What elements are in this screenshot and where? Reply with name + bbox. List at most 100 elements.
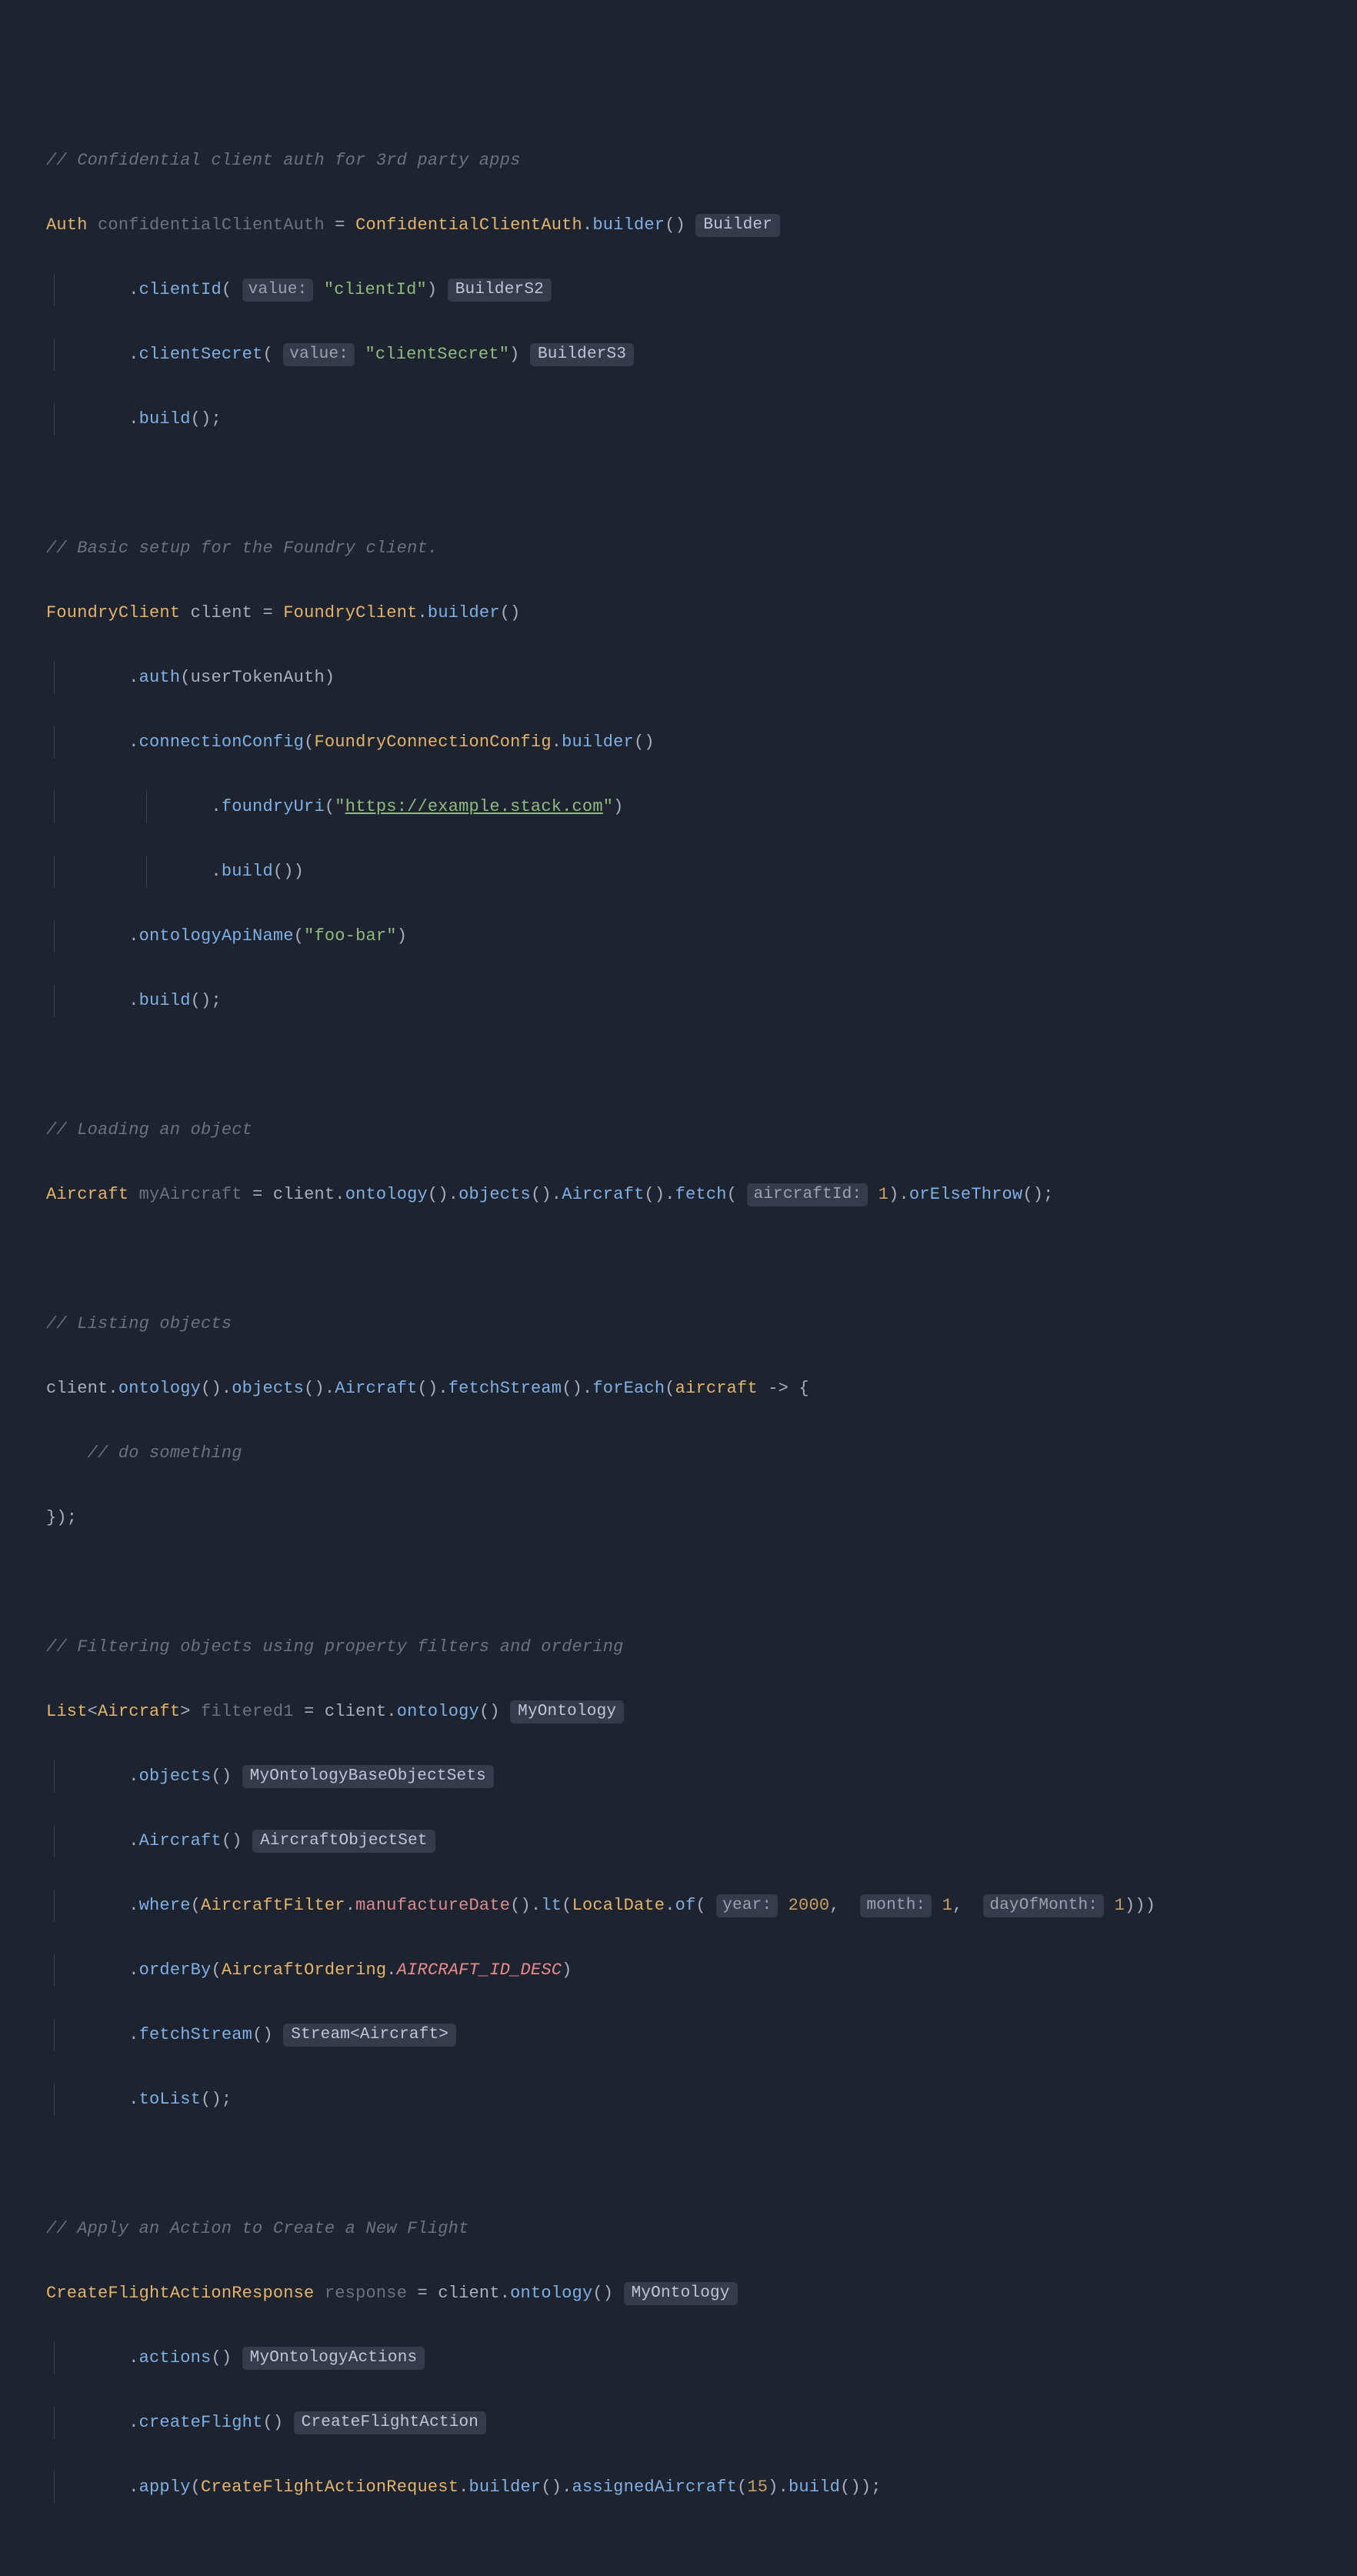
punct: ) — [397, 926, 407, 946]
punct: . — [552, 732, 562, 752]
method: foundryUri — [222, 797, 325, 816]
punct: ) — [273, 2413, 283, 2432]
url[interactable]: https://example.stack.com — [345, 797, 603, 816]
type: FoundryClient — [46, 603, 180, 622]
constant: AIRCRAFT_ID_DESC — [397, 1960, 562, 1980]
type: Aircraft — [98, 1702, 180, 1721]
punct: ) — [562, 1960, 572, 1980]
type: ConfidentialClientAuth — [355, 215, 582, 235]
punct: ( — [294, 926, 304, 946]
method: objects — [458, 1185, 531, 1204]
punct: ( — [1022, 1185, 1032, 1204]
method: builder — [592, 215, 665, 235]
comment: // Basic setup for the Foundry client. — [46, 539, 438, 558]
punct: }); — [46, 1508, 77, 1527]
method: orElseThrow — [909, 1185, 1022, 1204]
punct: ) — [509, 345, 519, 364]
punct: ( — [252, 2025, 262, 2044]
punct: ( — [201, 1379, 211, 1398]
identifier: userTokenAuth — [191, 668, 325, 687]
comment: // Listing objects — [46, 1314, 232, 1333]
punct: > — [180, 1702, 190, 1721]
number: 15 — [747, 2478, 768, 2497]
punct: ) — [889, 1185, 899, 1204]
punct: ( — [531, 1185, 541, 1204]
punct: -> { — [758, 1379, 809, 1398]
method: auth — [139, 668, 181, 687]
punct: ( — [644, 1185, 654, 1204]
punct: . — [128, 1896, 138, 1915]
punct: . — [222, 1379, 232, 1398]
punct: . — [211, 797, 221, 816]
method: toList — [139, 2090, 201, 2109]
punct: . — [345, 1896, 355, 1915]
punct: ( — [262, 2413, 272, 2432]
punct: ( — [665, 1379, 675, 1398]
punct: . — [128, 1960, 138, 1980]
method: build — [789, 2478, 840, 2497]
method: ontology — [510, 2284, 592, 2303]
punct: ( — [562, 1379, 572, 1398]
punct: ) — [438, 1185, 448, 1204]
punct: ( — [201, 2090, 211, 2109]
punct: ) — [1135, 1896, 1145, 1915]
comment: // Filtering objects using property filt… — [46, 1637, 624, 1657]
method: forEach — [592, 1379, 665, 1398]
punct: ) — [541, 1185, 551, 1204]
punct: . — [438, 1379, 448, 1398]
punct: . — [128, 926, 138, 946]
punct: ; — [1043, 1185, 1053, 1204]
method: actions — [139, 2348, 212, 2367]
type: AircraftOrdering — [222, 1960, 386, 1980]
method: builder — [562, 732, 634, 752]
punct: ) — [315, 1379, 325, 1398]
type: CreateFlightActionResponse — [46, 2284, 314, 2303]
method: ontology — [397, 1702, 479, 1721]
method: fetchStream — [139, 2025, 252, 2044]
method: Aircraft — [562, 1185, 644, 1204]
punct: ( — [737, 2478, 747, 2497]
inlay-hint: CreateFlightAction — [294, 2411, 486, 2434]
punct: . — [582, 1379, 592, 1398]
punct: ) — [510, 603, 520, 622]
punct: . — [779, 2478, 789, 2497]
punct: ) — [489, 1702, 499, 1721]
type: LocalDate — [572, 1896, 665, 1915]
inlay-hint: AircraftObjectSet — [252, 1830, 435, 1853]
var-decl: client — [191, 603, 252, 622]
punct: ) — [294, 862, 304, 881]
punct: ( — [273, 862, 283, 881]
punct: ( — [562, 1896, 572, 1915]
method: builder — [428, 603, 500, 622]
method: Aircraft — [335, 1379, 417, 1398]
inlay-param: month: — [860, 1894, 932, 1917]
punct: . — [128, 2025, 138, 2044]
punct: ) — [222, 1767, 232, 1786]
code-editor[interactable]: // Confidential client auth for 3rd part… — [46, 145, 1326, 2536]
punct: ) — [325, 668, 335, 687]
inlay-param: value: — [242, 279, 314, 302]
var-decl: response — [325, 2284, 407, 2303]
punct: ( — [840, 2478, 850, 2497]
punct: . — [500, 2284, 510, 2303]
number: 1 — [1115, 1896, 1125, 1915]
punct: ; — [222, 2090, 232, 2109]
var-decl: confidentialClientAuth — [98, 215, 325, 235]
punct: ( — [428, 1185, 438, 1204]
punct: ) — [850, 2478, 860, 2497]
punct: . — [128, 1831, 138, 1850]
punct: = — [242, 1185, 273, 1204]
punct: ( — [191, 991, 201, 1010]
inlay-hint: Stream<Aircraft> — [283, 2024, 456, 2047]
method: builder — [469, 2478, 542, 2497]
identifier: client — [438, 2284, 499, 2303]
punct: ) — [427, 280, 437, 299]
punct: ) — [572, 1379, 582, 1398]
punct: ) — [1145, 1896, 1155, 1915]
var-decl: myAircraft — [139, 1185, 242, 1204]
punct: . — [665, 1185, 675, 1204]
inlay-hint: MyOntologyBaseObjectSets — [242, 1765, 494, 1788]
method: objects — [139, 1767, 212, 1786]
method: objects — [232, 1379, 304, 1398]
punct: ) — [211, 1379, 221, 1398]
